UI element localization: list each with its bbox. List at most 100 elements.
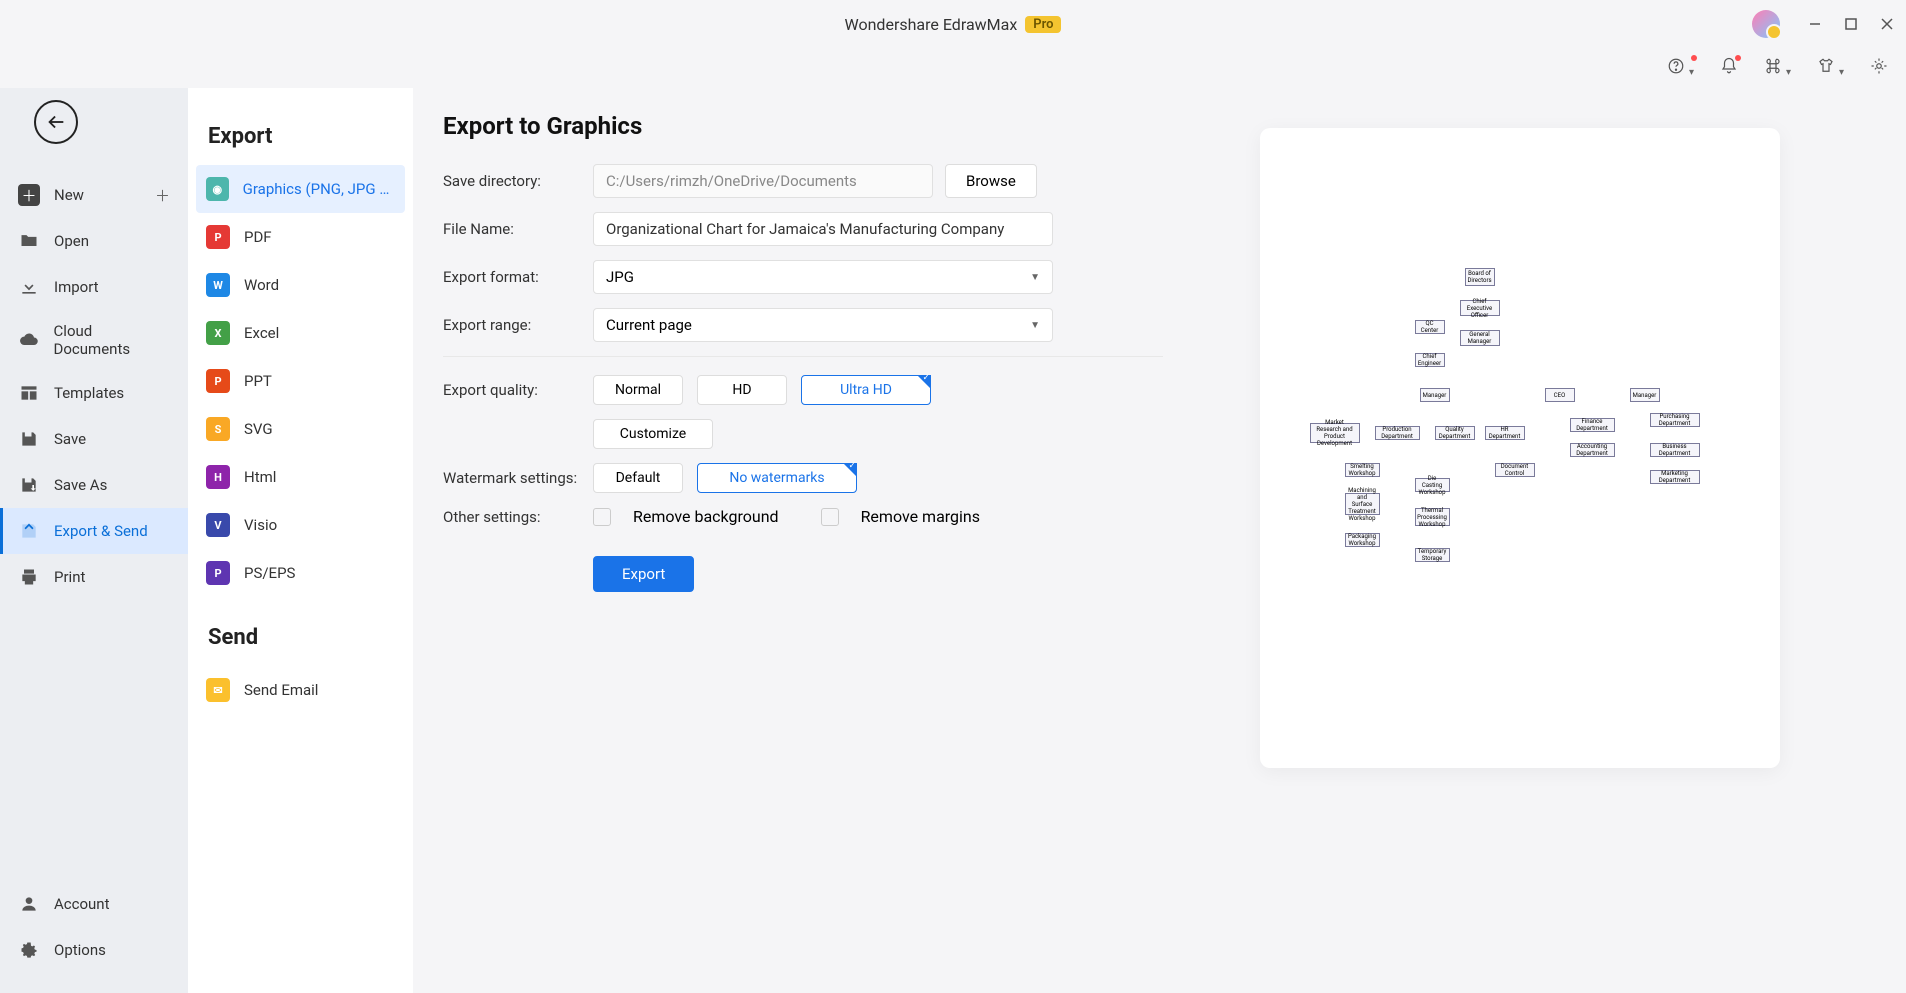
browse-button[interactable]: Browse xyxy=(945,164,1037,198)
org-node: Smelting Workshop xyxy=(1345,463,1380,477)
format-pdf[interactable]: P PDF xyxy=(196,213,405,261)
back-button[interactable] xyxy=(34,100,78,144)
app-title: Wondershare EdrawMax xyxy=(845,15,1018,34)
close-icon[interactable] xyxy=(1880,17,1894,31)
maximize-icon[interactable] xyxy=(1844,17,1858,31)
rail-open[interactable]: Open xyxy=(0,218,188,264)
quality-normal[interactable]: Normal xyxy=(593,375,683,405)
format-select[interactable]: JPG ▼ xyxy=(593,260,1053,294)
rail-label: Import xyxy=(54,278,99,296)
left-rail: ＋ New ＋ Open Import Cloud Documents Temp… xyxy=(0,88,188,993)
rail-save[interactable]: Save xyxy=(0,416,188,462)
main: ＋ New ＋ Open Import Cloud Documents Temp… xyxy=(0,88,1906,993)
rail-print[interactable]: Print xyxy=(0,554,188,600)
org-node: Temporary Storage xyxy=(1415,548,1450,562)
minimize-icon[interactable] xyxy=(1808,17,1822,31)
format-graphics[interactable]: ◉ Graphics (PNG, JPG et... xyxy=(196,165,405,213)
quality-hd[interactable]: HD xyxy=(697,375,787,405)
bell-icon[interactable] xyxy=(1720,57,1738,79)
range-label: Export range: xyxy=(443,316,593,334)
tool-row: ▾ ▾ ▾ xyxy=(0,48,1906,88)
word-icon: W xyxy=(206,273,230,297)
rail-label: Save xyxy=(54,430,86,448)
rail-label: Save As xyxy=(54,476,107,494)
export-icon xyxy=(18,520,40,542)
command-icon[interactable]: ▾ xyxy=(1764,57,1791,79)
rail-templates[interactable]: Templates xyxy=(0,370,188,416)
format-word[interactable]: W Word xyxy=(196,261,405,309)
format-label: Excel xyxy=(244,324,279,342)
org-node: QC Center xyxy=(1415,320,1445,334)
send-email[interactable]: ✉ Send Email xyxy=(196,666,405,714)
export-button[interactable]: Export xyxy=(593,556,694,592)
help-icon[interactable]: ▾ xyxy=(1667,57,1694,79)
rail-label: Account xyxy=(54,895,110,913)
format-label: Html xyxy=(244,468,276,486)
rail-account[interactable]: Account xyxy=(0,881,188,927)
watermark-label: Watermark settings: xyxy=(443,469,593,487)
format-visio[interactable]: V Visio xyxy=(196,501,405,549)
shirt-icon[interactable]: ▾ xyxy=(1817,57,1844,79)
format-html[interactable]: H Html xyxy=(196,453,405,501)
rail-label: Open xyxy=(54,232,89,250)
rail-label: Templates xyxy=(54,384,124,402)
send-heading: Send xyxy=(196,597,405,666)
rail-import[interactable]: Import xyxy=(0,264,188,310)
format-pseps[interactable]: P PS/EPS xyxy=(196,549,405,597)
rail-options[interactable]: Options xyxy=(0,927,188,973)
form-column: Export to Graphics Save directory: Brows… xyxy=(443,88,1163,993)
org-node: Business Department xyxy=(1650,443,1700,457)
export-panel: Export ◉ Graphics (PNG, JPG et... P PDF … xyxy=(188,88,413,993)
quality-customize[interactable]: Customize xyxy=(593,419,713,449)
plus-icon[interactable]: ＋ xyxy=(155,185,170,206)
org-node: Board of Directors xyxy=(1465,268,1495,286)
format-label: Graphics (PNG, JPG et... xyxy=(243,180,395,198)
rail-export-send[interactable]: Export & Send xyxy=(0,508,188,554)
rail-new[interactable]: ＋ New ＋ xyxy=(0,172,188,218)
format-excel[interactable]: X Excel xyxy=(196,309,405,357)
rail-label: New xyxy=(54,186,84,204)
format-label: SVG xyxy=(244,420,273,438)
quality-ultrahd[interactable]: Ultra HD xyxy=(801,375,931,405)
plus-box-icon: ＋ xyxy=(18,184,40,206)
format-label: Visio xyxy=(244,516,277,534)
range-select[interactable]: Current page ▼ xyxy=(593,308,1053,342)
format-label: PPT xyxy=(244,372,272,390)
template-icon xyxy=(18,382,40,404)
watermark-none[interactable]: No watermarks xyxy=(697,463,857,493)
download-icon xyxy=(18,276,40,298)
account-icon xyxy=(18,893,40,915)
ps-icon: P xyxy=(206,561,230,585)
org-chart-preview: Board of Directors Chief Executive Offic… xyxy=(1300,258,1740,638)
remove-margins-checkbox[interactable] xyxy=(821,508,839,526)
remove-bg-checkbox[interactable] xyxy=(593,508,611,526)
org-node: CEO xyxy=(1545,388,1575,402)
savedir-label: Save directory: xyxy=(443,172,593,190)
org-node: Purchasing Department xyxy=(1650,413,1700,427)
page-title: Export to Graphics xyxy=(443,112,1163,140)
avatar[interactable] xyxy=(1752,10,1780,38)
rail-saveas[interactable]: Save As xyxy=(0,462,188,508)
rail-list: ＋ New ＋ Open Import Cloud Documents Temp… xyxy=(0,172,188,600)
format-ppt[interactable]: P PPT xyxy=(196,357,405,405)
remove-bg-label: Remove background xyxy=(633,507,779,526)
watermark-default[interactable]: Default xyxy=(593,463,683,493)
range-value: Current page xyxy=(606,316,692,334)
excel-icon: X xyxy=(206,321,230,345)
org-node: Die Casting Workshop xyxy=(1415,478,1450,492)
org-node: HR Department xyxy=(1485,426,1525,440)
org-node: Manager xyxy=(1420,388,1450,402)
ppt-icon: P xyxy=(206,369,230,393)
rail-cloud[interactable]: Cloud Documents xyxy=(0,310,188,370)
filename-label: File Name: xyxy=(443,220,593,238)
format-svg[interactable]: S SVG xyxy=(196,405,405,453)
org-node: Machining and Surface Treatment Workshop xyxy=(1345,493,1380,515)
filename-input[interactable] xyxy=(593,212,1053,246)
format-label: PDF xyxy=(244,228,272,246)
org-node: Quality Department xyxy=(1435,426,1475,440)
settings-icon[interactable] xyxy=(1870,57,1888,79)
export-heading: Export xyxy=(196,88,405,165)
format-value: JPG xyxy=(606,268,634,286)
org-node: Accounting Department xyxy=(1570,443,1615,457)
format-label: PS/EPS xyxy=(244,564,295,582)
